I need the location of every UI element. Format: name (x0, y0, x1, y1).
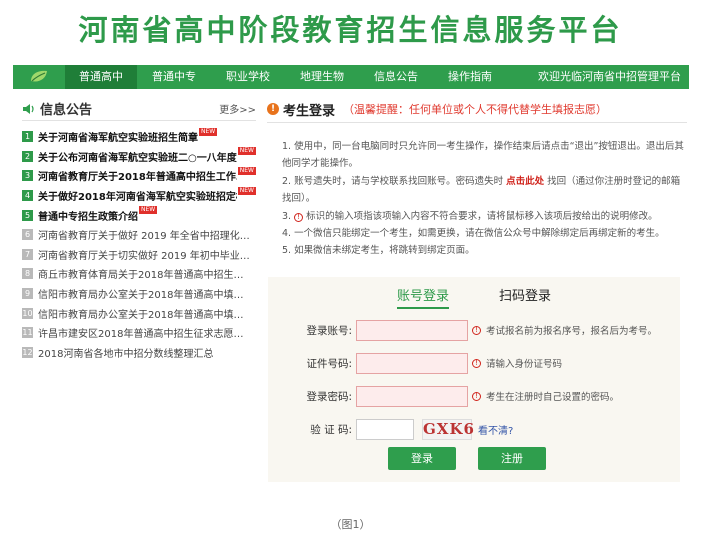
login-button[interactable]: 登录 (388, 447, 456, 470)
instruction-4: 4. 一个微信只能绑定一个考生，如需更换，请在微信公众号中解除绑定后再绑定新的考… (282, 228, 665, 240)
news-item-number: 3 (22, 170, 33, 182)
news-header: 信息公告 更多>> (22, 97, 256, 121)
login-title: 考生登录 (283, 103, 336, 119)
nav-item-announcements[interactable]: 信息公告 (359, 65, 433, 89)
account-hint: 考试报名前为报名序号，报名后为考号。 (486, 326, 658, 337)
news-item-title[interactable]: 关于做好2018年河南省海军航空实验班招定检… (38, 188, 237, 203)
news-item-title[interactable]: 普通中专招生政策介绍 (38, 208, 138, 223)
register-button[interactable]: 注册 (478, 447, 546, 470)
news-item[interactable]: 3 河南省教育厅关于2018年普通高中招生工作… NEW (22, 166, 256, 186)
news-item[interactable]: 8 商丘市教育体育局关于2018年普通高中招生… (22, 264, 256, 284)
speaker-icon (23, 103, 34, 114)
nav-item-general-highschool[interactable]: 普通高中 (65, 65, 137, 89)
captcha-row: 验 证 码: GXK6 看不清? (268, 418, 680, 440)
news-item-title[interactable]: 河南省教育厅关于2018年普通高中招生工作… (38, 168, 237, 183)
login-reminder: （温馨提醒：任何单位或个人不得代替学生填报志愿） (343, 103, 608, 116)
news-item[interactable]: 6 河南省教育厅关于做好 2019 年全省中招理化… (22, 225, 256, 245)
retrieve-password-link[interactable]: 点击此处 (506, 176, 544, 187)
instruction-5: 5. 如果微信未绑定考生，将跳转到绑定页面。 (282, 245, 475, 257)
news-item-title[interactable]: 信阳市教育局办公室关于2018年普通高中填… (38, 306, 243, 321)
main-navbar: 普通高中 普通中专 职业学校 地理生物 信息公告 操作指南 欢迎光临河南省中招管… (13, 65, 689, 89)
id-number-input[interactable] (356, 352, 468, 374)
nav-item-guide[interactable]: 操作指南 (433, 65, 507, 89)
captcha-label: 验 证 码: (310, 423, 352, 436)
news-item-number: 5 (22, 209, 33, 221)
id-hint: 请输入身份证号码 (486, 359, 563, 370)
news-item-number: 6 (22, 229, 33, 241)
news-item-number: 4 (22, 190, 33, 202)
news-item[interactable]: 1 关于河南省海军航空实验班招生简章 NEW (22, 127, 256, 147)
news-item[interactable]: 4 关于做好2018年河南省海军航空实验班招定检… NEW (22, 186, 256, 206)
id-label: 证件号码: (306, 357, 352, 370)
news-item-title[interactable]: 2018河南省各地市中招分数线整理汇总 (38, 345, 213, 360)
account-row: 登录账号: ! 考试报名前为报名序号，报名后为考号。 (268, 319, 680, 341)
account-label: 登录账号: (306, 324, 352, 337)
new-badge: NEW (237, 186, 256, 195)
news-item-number: 2 (22, 150, 33, 162)
captcha-image[interactable]: GXK6 (422, 418, 474, 440)
news-item-number: 12 (22, 346, 33, 358)
news-panel: 信息公告 更多>> 1 关于河南省海军航空实验班招生简章 NEW 2 关于公布河南省海军… (22, 97, 256, 362)
captcha-input[interactable] (356, 418, 414, 440)
news-item[interactable]: 11 许昌市建安区2018年普通高中招生征求志愿… (22, 323, 256, 343)
news-item-title[interactable]: 商丘市教育体育局关于2018年普通高中招生… (38, 266, 243, 281)
news-item-title[interactable]: 许昌市建安区2018年普通高中招生征求志愿… (38, 325, 243, 340)
news-item[interactable]: 10 信阳市教育局办公室关于2018年普通高中填… (22, 303, 256, 323)
tab-qr-login[interactable]: 扫码登录 (499, 285, 551, 309)
news-item-number: 7 (22, 248, 33, 260)
news-item-title[interactable]: 关于公布河南省海军航空实验班二○一八年度… (38, 149, 237, 164)
new-badge: NEW (139, 206, 158, 215)
news-item[interactable]: 9 信阳市教育局办公室关于2018年普通高中填… (22, 284, 256, 304)
instruction-1: 1. 使用中，同一台电脑同时只允许同一考生操作，操作结束后请点击“退出”按钮退出… (282, 141, 684, 170)
news-item-number: 1 (22, 131, 33, 143)
alert-icon: ! (472, 391, 481, 401)
news-item-title[interactable]: 河南省教育厅关于切实做好 2019 年初中毕业… (38, 247, 250, 262)
news-item[interactable]: 2 关于公布河南省海军航空实验班二○一八年度… NEW (22, 147, 256, 167)
news-item-title[interactable]: 关于河南省海军航空实验班招生简章 (38, 129, 198, 144)
news-item-title[interactable]: 河南省教育厅关于做好 2019 年全省中招理化… (38, 227, 250, 242)
password-hint: 考生在注册时自己设置的密码。 (486, 392, 620, 403)
alert-icon: ! (472, 358, 481, 368)
instruction-2: 2. 账号遗失时，请与学校联系找回账号。密码遗失时 点击此处 找回（通过你注册时… (282, 175, 681, 205)
news-item-number: 8 (22, 268, 33, 280)
captcha-refresh-link[interactable]: 看不清? (478, 422, 513, 437)
news-item[interactable]: 12 2018河南省各地市中招分数线整理汇总 (22, 343, 256, 363)
login-instructions: 1. 使用中，同一台电脑同时只允许同一考生操作，操作结束后请点击“退出”按钮退出… (282, 138, 687, 260)
alert-icon: ! (472, 325, 481, 335)
news-item-number: 11 (22, 327, 33, 339)
tab-account-login[interactable]: 账号登录 (396, 285, 449, 309)
nav-item-vocational-school[interactable]: 职业学校 (211, 65, 285, 89)
error-mark-icon: ! (294, 212, 304, 222)
nav-item-vocational-secondary[interactable]: 普通中专 (137, 65, 211, 89)
new-badge: NEW (237, 147, 256, 156)
welcome-text: 欢迎光临河南省中招管理平台 (538, 70, 681, 83)
password-input[interactable] (356, 385, 468, 407)
news-item-number: 9 (22, 288, 33, 300)
news-item-number: 10 (22, 307, 33, 319)
news-item[interactable]: 5 普通中专招生政策介绍 NEW (22, 205, 256, 225)
new-badge: NEW (237, 166, 256, 175)
login-header: ! 考生登录 （温馨提醒：任何单位或个人不得代替学生填报志愿） (267, 99, 687, 119)
figure-caption: （图1） (330, 518, 371, 531)
password-label: 登录密码: (306, 390, 352, 403)
login-tabs: 账号登录 扫码登录 (268, 285, 680, 309)
instruction-3: 3. ! 标识的输入项指该项输入内容不符合要求，请将鼠标移入该项后按给出的说明修… (282, 210, 658, 222)
nav-item-geography-biology[interactable]: 地理生物 (285, 65, 359, 89)
news-item[interactable]: 7 河南省教育厅关于切实做好 2019 年初中毕业… (22, 245, 256, 265)
news-title: 信息公告 (40, 103, 93, 118)
site-title: 河南省高中阶段教育招生信息服务平台 (78, 13, 623, 47)
news-list: 1 关于河南省海军航空实验班招生简章 NEW 2 关于公布河南省海军航空实验班二○一八年… (22, 127, 256, 362)
news-item-title[interactable]: 信阳市教育局办公室关于2018年普通高中填… (38, 286, 243, 301)
leaf-logo-icon[interactable] (13, 65, 65, 89)
divider (267, 122, 687, 123)
password-row: 登录密码: ! 考生在注册时自己设置的密码。 (268, 385, 680, 407)
warning-icon: ! (267, 103, 279, 115)
login-form: 账号登录 扫码登录 登录账号: ! 考试报名前为报名序号，报名后为考号。 证件号… (268, 277, 680, 482)
news-more-link[interactable]: 更多>> (219, 101, 256, 116)
id-row: 证件号码: ! 请输入身份证号码 (268, 352, 680, 374)
account-input[interactable] (356, 319, 468, 341)
new-badge: NEW (199, 127, 218, 136)
